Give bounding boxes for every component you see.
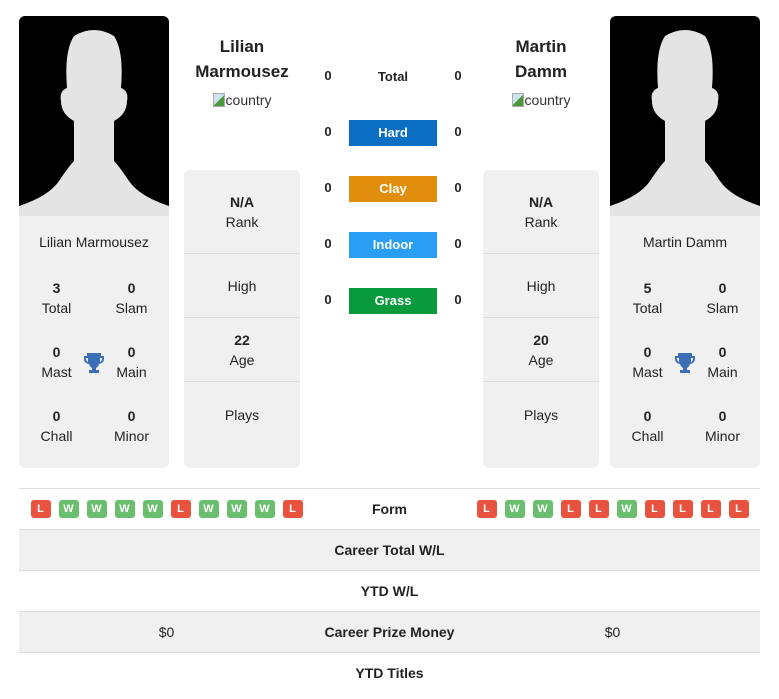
p1-value: $0 xyxy=(158,624,175,640)
table-row: Career Total W/L xyxy=(19,529,760,570)
p2-value: $0 xyxy=(604,624,621,640)
player1-form: LWWWWLWWWL xyxy=(19,500,314,518)
form-result-win[interactable]: W xyxy=(226,500,247,518)
surface-row-hard: 0 Hard 0 xyxy=(310,120,476,146)
label: Main xyxy=(707,364,738,380)
row-label: Career Prize Money xyxy=(324,624,455,640)
p2-minor-value: 0 xyxy=(718,408,727,424)
surface-row-indoor: 0 Indoor 0 xyxy=(310,232,476,258)
label: Plays xyxy=(523,407,559,423)
surface-row-total: 0 Total 0 xyxy=(310,64,476,90)
broken-image-icon xyxy=(212,93,225,107)
label: Slam xyxy=(706,300,739,316)
label: Mast xyxy=(632,364,663,380)
trophy-icon xyxy=(84,353,104,373)
form-row: LWWWWLWWWL Form LWWLLWLLLL xyxy=(19,488,760,529)
p2-total-value: 5 xyxy=(643,280,652,296)
p1-rank-value: N/A xyxy=(229,193,255,210)
row-label: YTD Titles xyxy=(355,665,424,681)
surface-row-grass: 0 Grass 0 xyxy=(310,288,476,314)
label: Plays xyxy=(224,407,260,423)
row-label: Career Total W/L xyxy=(334,542,445,558)
surface-badge-hard: Hard xyxy=(349,120,437,146)
player2-country-flag: country xyxy=(481,92,601,108)
form-result-loss[interactable]: L xyxy=(728,500,749,518)
player1-country-flag: country xyxy=(182,92,302,108)
player1-photo xyxy=(19,16,169,216)
form-result-win[interactable]: W xyxy=(58,500,79,518)
form-result-loss[interactable]: L xyxy=(672,500,693,518)
form-result-win[interactable]: W xyxy=(532,500,553,518)
label: Age xyxy=(528,351,554,368)
player2-card: Martin Damm 5 Total 0 Slam 0 Mast 0 Main 0 Chal… xyxy=(610,16,760,468)
form-result-win[interactable]: W xyxy=(86,500,107,518)
label: Total xyxy=(632,300,663,316)
player2-name: Martin Damm xyxy=(642,234,727,250)
label: Total xyxy=(41,300,72,316)
avatar-silhouette-icon xyxy=(610,30,760,216)
table-row: YTD Titles xyxy=(19,652,760,693)
surface-badge-grass: Grass xyxy=(349,288,437,314)
form-result-win[interactable]: W xyxy=(142,500,163,518)
row-label: YTD W/L xyxy=(360,583,419,599)
player2-form: LWWLLWLLLL xyxy=(465,500,760,518)
label: Minor xyxy=(704,428,740,444)
form-result-loss[interactable]: L xyxy=(170,500,191,518)
form-result-win[interactable]: W xyxy=(504,500,525,518)
form-result-win[interactable]: W xyxy=(616,500,637,518)
player1-card: Lilian Marmousez 3 Total 0 Slam 0 Mast 0 Main … xyxy=(19,16,169,468)
p1-total-value: 3 xyxy=(52,280,61,296)
form-result-loss[interactable]: L xyxy=(476,500,497,518)
p2-chall-value: 0 xyxy=(643,408,652,424)
form-result-loss[interactable]: L xyxy=(282,500,303,518)
label: Main xyxy=(116,364,147,380)
comparison-table: LWWWWLWWWL Form LWWLLWLLLL Career Total … xyxy=(19,488,760,693)
table-row: YTD W/L xyxy=(19,570,760,611)
form-result-win[interactable]: W xyxy=(114,500,135,518)
form-result-win[interactable]: W xyxy=(198,500,219,518)
table-row: $0 Career Prize Money $0 xyxy=(19,611,760,652)
label: Rank xyxy=(524,213,558,230)
avatar-silhouette-icon xyxy=(19,30,169,216)
p1-age-value: 22 xyxy=(234,331,250,348)
player1-name: Lilian Marmousez xyxy=(39,234,149,250)
p1-minor-value: 0 xyxy=(127,408,136,424)
p1-slam-value: 0 xyxy=(127,280,136,296)
label: High xyxy=(227,277,257,294)
label: Slam xyxy=(115,300,148,316)
form-result-loss[interactable]: L xyxy=(30,500,51,518)
form-label: Form xyxy=(372,501,407,517)
surface-badge-indoor: Indoor xyxy=(349,232,437,258)
form-result-win[interactable]: W xyxy=(254,500,275,518)
label: Minor xyxy=(113,428,149,444)
label: Chall xyxy=(40,428,73,444)
surface-label: Total xyxy=(377,69,409,84)
player1-info-panel: N/A Rank High 22 Age Plays xyxy=(184,170,300,468)
label: High xyxy=(526,277,556,294)
label: Rank xyxy=(225,213,259,230)
label: Chall xyxy=(631,428,664,444)
label: Mast xyxy=(41,364,72,380)
form-result-loss[interactable]: L xyxy=(700,500,721,518)
form-result-loss[interactable]: L xyxy=(560,500,581,518)
label: Age xyxy=(229,351,255,368)
player1-title[interactable]: Lilian Marmousez xyxy=(182,34,302,84)
player2-photo xyxy=(610,16,760,216)
surface-row-clay: 0 Clay 0 xyxy=(310,176,476,202)
p2-rank-value: N/A xyxy=(528,193,554,210)
surface-badge-clay: Clay xyxy=(349,176,437,202)
form-result-loss[interactable]: L xyxy=(588,500,609,518)
form-result-loss[interactable]: L xyxy=(644,500,665,518)
trophy-icon xyxy=(675,353,695,373)
p2-slam-value: 0 xyxy=(718,280,727,296)
broken-image-icon xyxy=(511,93,524,107)
p1-chall-value: 0 xyxy=(52,408,61,424)
player2-info-panel: N/A Rank High 20 Age Plays xyxy=(483,170,599,468)
player2-title[interactable]: Martin Damm xyxy=(481,34,601,84)
p2-age-value: 20 xyxy=(533,331,549,348)
